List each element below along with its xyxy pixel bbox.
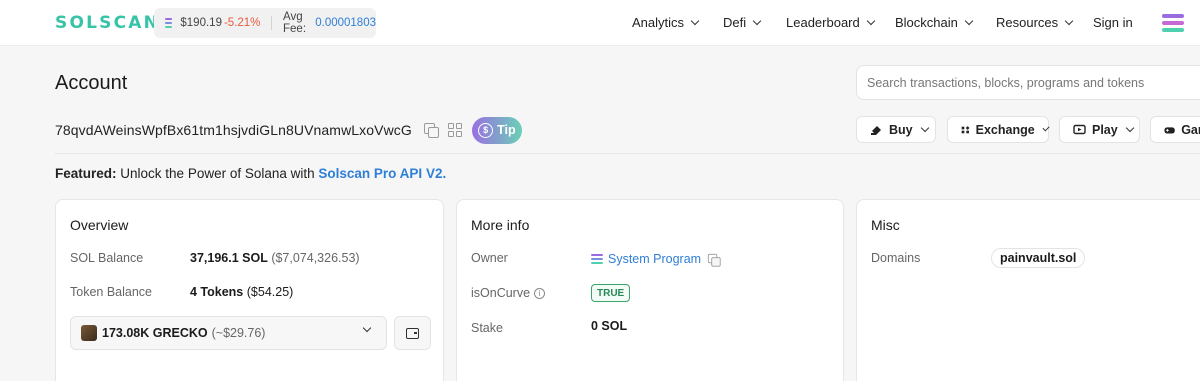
copy-icon[interactable]	[423, 123, 439, 138]
token-balance-usd: ($54.25)	[246, 285, 294, 299]
avg-fee-label: Avg Fee:	[283, 11, 307, 35]
games-button[interactable]: Gam	[1150, 116, 1200, 143]
nav-label: Resources	[996, 15, 1059, 30]
card-title: More info	[471, 217, 530, 233]
sol-balance-usd: ($7,074,326.53)	[271, 251, 360, 265]
card-title: Misc	[871, 217, 900, 233]
avg-fee-value: 0.00001803	[315, 17, 376, 29]
is-on-curve-label: isOnCurve i	[471, 286, 546, 300]
chevron-down-icon	[690, 16, 700, 25]
domains-label: Domains	[871, 251, 921, 265]
account-address: 78qvdAWeinsWpfBx61tm1hsjvdiGLn8UVnamwLxo…	[55, 122, 412, 138]
play-icon	[1073, 124, 1086, 134]
nav-analytics[interactable]: Analytics	[632, 15, 700, 30]
featured-link[interactable]: Solscan Pro API V2.	[318, 166, 446, 181]
nav-label: Defi	[723, 15, 747, 30]
nav-label: Leaderboard	[786, 15, 860, 30]
wallet-button[interactable]	[394, 316, 431, 350]
chevron-down-icon	[362, 323, 372, 333]
nav-label: Blockchain	[895, 15, 958, 30]
sol-balance-amount: 37,196.1 SOL	[190, 251, 268, 265]
play-label: Play	[1092, 122, 1118, 137]
chevron-down-icon	[920, 123, 929, 132]
sol-price-widget: $190.19 -5.21% Avg Fee: 0.00001803	[154, 8, 376, 38]
card-title: Overview	[70, 217, 129, 233]
chevron-down-icon	[1042, 123, 1050, 132]
is-on-curve-badge: TRUE	[591, 284, 631, 302]
address-row: 78qvdAWeinsWpfBx61tm1hsjvdiGLn8UVnamwLxo…	[55, 116, 522, 144]
featured-banner: Featured: Unlock the Power of Solana wit…	[55, 166, 446, 181]
owner-value: System Program	[608, 252, 702, 266]
buy-icon	[871, 125, 881, 135]
token-balance-label: Token Balance	[70, 285, 153, 299]
token-avatar-icon	[81, 325, 97, 341]
nav-leaderboard[interactable]: Leaderboard	[786, 15, 875, 30]
logo-text: SOLSCAN	[55, 13, 161, 33]
exchange-icon	[961, 125, 970, 133]
tip-label: Tip	[497, 123, 516, 137]
token-select-dropdown[interactable]: 173.08K GRECKO (~$29.76)	[70, 316, 387, 350]
domain-pill[interactable]: painvault.sol	[991, 248, 1086, 268]
chevron-down-icon	[964, 16, 974, 25]
sign-in-link[interactable]: Sign in	[1093, 15, 1133, 30]
featured-text: Unlock the Power of Solana with	[120, 166, 315, 181]
top-navbar: SOLSCAN $190.19 -5.21% Avg Fee: 0.000018…	[0, 0, 1200, 46]
is-on-curve-text: isOnCurve	[471, 286, 531, 300]
games-label: Gam	[1181, 122, 1200, 137]
solana-menu-icon[interactable]	[1162, 14, 1184, 32]
nav-label: Analytics	[632, 15, 685, 30]
sign-in-label: Sign in	[1093, 15, 1133, 30]
selected-token-usd: (~$29.76)	[211, 326, 266, 340]
page-title: Account	[55, 72, 128, 94]
copy-icon[interactable]	[707, 253, 721, 267]
misc-card: Misc Domains painvault.sol	[856, 199, 1200, 381]
sol-price: $190.19	[180, 17, 222, 29]
sol-balance-label: SOL Balance	[70, 251, 144, 265]
nav-defi[interactable]: Defi	[723, 15, 762, 30]
buy-button[interactable]: Buy	[856, 116, 936, 143]
divider	[271, 16, 273, 30]
buy-label: Buy	[889, 122, 913, 137]
owner-link[interactable]: System Program	[591, 252, 721, 267]
search-box[interactable]	[856, 65, 1200, 100]
token-balance-value: 4 Tokens ($54.25)	[190, 285, 293, 299]
solana-icon	[165, 18, 173, 28]
qr-code-icon[interactable]	[447, 123, 462, 137]
tip-button[interactable]: $ Tip	[471, 116, 522, 144]
owner-label: Owner	[471, 251, 508, 265]
overview-card: Overview SOL Balance 37,196.1 SOL ($7,07…	[55, 199, 444, 381]
play-button[interactable]: Play	[1059, 116, 1140, 143]
solana-icon	[591, 254, 603, 264]
featured-label: Featured:	[55, 166, 117, 181]
info-icon[interactable]: i	[534, 287, 546, 299]
nav-blockchain[interactable]: Blockchain	[895, 15, 974, 30]
selected-token-amount: 173.08K GRECKO	[102, 326, 208, 340]
more-info-card: More info Owner System Program isOnCurve…	[456, 199, 844, 381]
sol-balance-value: 37,196.1 SOL ($7,074,326.53)	[190, 251, 360, 265]
chevron-down-icon	[866, 16, 875, 25]
divider	[55, 153, 1200, 154]
search-input[interactable]	[857, 66, 1200, 99]
stake-label: Stake	[471, 321, 503, 335]
chevron-down-icon	[752, 16, 762, 25]
wallet-icon	[406, 327, 419, 339]
nav-resources[interactable]: Resources	[996, 15, 1074, 30]
chevron-down-icon	[1125, 123, 1134, 132]
token-balance-count: 4 Tokens	[190, 285, 244, 299]
dollar-icon: $	[478, 122, 494, 138]
stake-value: 0 SOL	[591, 319, 628, 333]
sol-price-change: -5.21%	[223, 17, 261, 29]
solscan-logo[interactable]: SOLSCAN	[55, 13, 160, 33]
gamepad-icon	[1164, 126, 1175, 133]
exchange-button[interactable]: Exchange	[947, 116, 1050, 143]
chevron-down-icon	[1064, 16, 1074, 25]
exchange-label: Exchange	[975, 122, 1035, 137]
